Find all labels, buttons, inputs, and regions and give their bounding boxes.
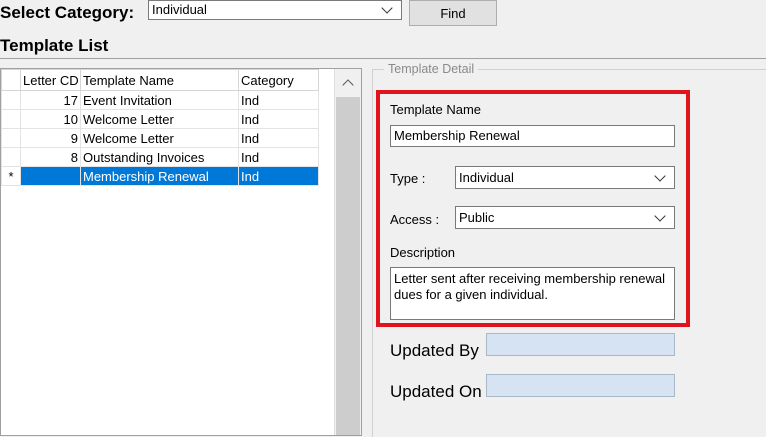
row-header-corner <box>1 69 21 91</box>
vertical-scrollbar[interactable] <box>334 69 361 435</box>
template-name-cell[interactable]: Membership Renewal <box>80 166 239 186</box>
scroll-thumb[interactable] <box>336 97 360 435</box>
table-row[interactable]: 8 Outstanding Invoices Ind <box>1 147 319 167</box>
category-label: Select Category: <box>0 3 135 22</box>
updated-by-label: Updated By <box>390 341 479 360</box>
access-label: Access : <box>390 212 440 227</box>
template-detail-title: Template Detail <box>384 62 479 76</box>
access-select[interactable]: Public <box>455 206 675 229</box>
updated-on-field <box>486 374 675 397</box>
category-select[interactable]: Individual <box>148 0 402 20</box>
access-select-value: Public <box>459 210 495 225</box>
letter-cd-cell[interactable] <box>20 166 81 186</box>
find-button[interactable]: Find <box>409 0 497 26</box>
column-header-template-name[interactable]: Template Name <box>80 69 239 91</box>
category-cell[interactable]: Ind <box>238 147 319 167</box>
template-name-input[interactable]: Membership Renewal <box>390 125 675 147</box>
table-row[interactable]: 9 Welcome Letter Ind <box>1 128 319 148</box>
table-row-selected[interactable]: * Membership Renewal Ind <box>1 166 319 186</box>
category-cell[interactable]: Ind <box>238 166 319 186</box>
row-marker[interactable] <box>1 128 21 148</box>
chevron-down-icon <box>654 209 666 222</box>
header-divider <box>0 58 766 59</box>
chevron-up-icon <box>342 78 354 91</box>
description-label: Description <box>390 245 456 260</box>
column-header-letter-cd[interactable]: Letter CD <box>20 69 81 91</box>
category-select-value: Individual <box>152 2 207 17</box>
column-header-category[interactable]: Category <box>238 69 319 91</box>
row-marker[interactable]: * <box>1 166 21 186</box>
template-list-label: Template List <box>0 36 109 55</box>
template-name-cell[interactable]: Welcome Letter <box>80 128 239 148</box>
category-cell[interactable]: Ind <box>238 90 319 110</box>
category-cell[interactable]: Ind <box>238 128 319 148</box>
letter-cd-cell[interactable]: 8 <box>20 147 81 167</box>
row-marker[interactable] <box>1 90 21 110</box>
description-textarea[interactable]: Letter sent after receiving membership r… <box>390 267 675 320</box>
template-grid[interactable]: Letter CD Template Name Category 17 Even… <box>0 68 362 436</box>
row-marker[interactable] <box>1 109 21 129</box>
updated-by-field <box>486 333 675 356</box>
template-table: Letter CD Template Name Category 17 Even… <box>1 69 319 186</box>
table-row[interactable]: 10 Welcome Letter Ind <box>1 109 319 129</box>
table-header-row: Letter CD Template Name Category <box>1 69 319 91</box>
type-label: Type : <box>390 171 426 186</box>
letter-cd-cell[interactable]: 17 <box>20 90 81 110</box>
table-row[interactable]: 17 Event Invitation Ind <box>1 90 319 110</box>
scroll-up-button[interactable] <box>335 69 361 95</box>
updated-on-label: Updated On <box>390 382 482 401</box>
template-name-cell[interactable]: Welcome Letter <box>80 109 239 129</box>
template-name-label: Template Name <box>390 102 482 117</box>
letter-cd-cell[interactable]: 9 <box>20 128 81 148</box>
letter-cd-cell[interactable]: 10 <box>20 109 81 129</box>
type-select-value: Individual <box>459 170 514 185</box>
chevron-down-icon <box>654 169 666 182</box>
template-name-cell[interactable]: Outstanding Invoices <box>80 147 239 167</box>
template-name-cell[interactable]: Event Invitation <box>80 90 239 110</box>
row-marker[interactable] <box>1 147 21 167</box>
type-select[interactable]: Individual <box>455 166 675 189</box>
category-cell[interactable]: Ind <box>238 109 319 129</box>
chevron-down-icon <box>381 2 393 14</box>
